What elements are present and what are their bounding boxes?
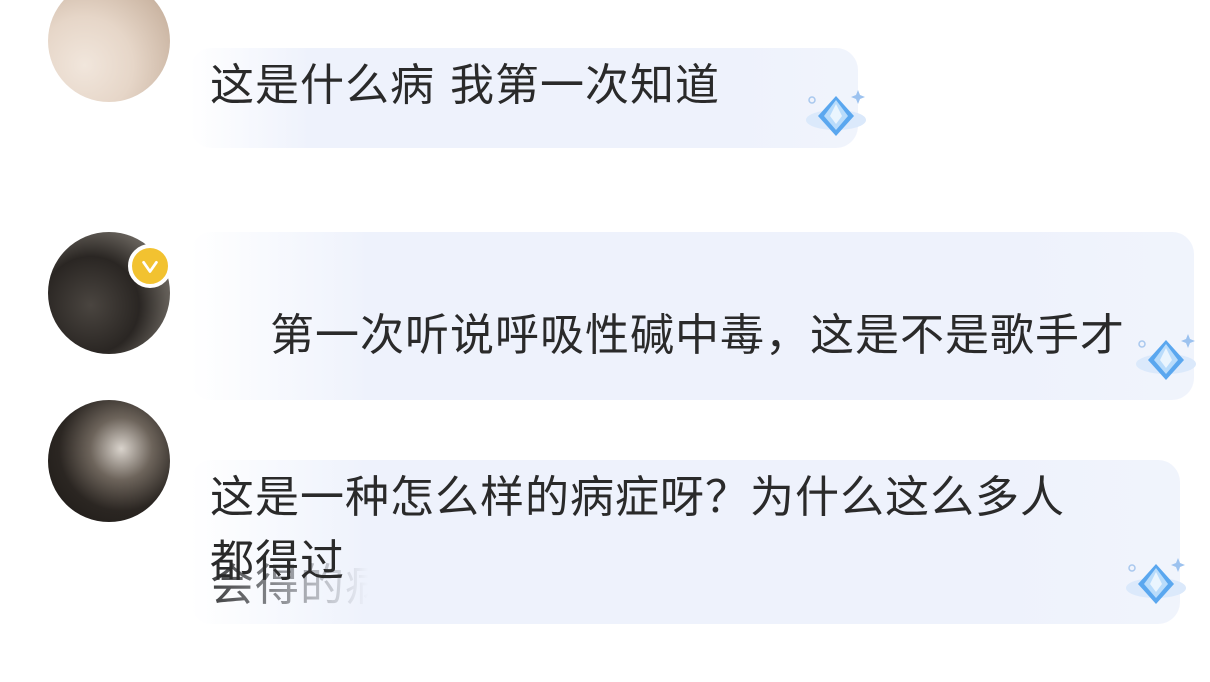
comment-text: 这是一种怎么样的病症呀？为什么这么多人 都得过 — [210, 472, 1065, 587]
verified-badge-icon — [128, 244, 172, 288]
comment-text: 这是什么病 我第一次知道 — [210, 60, 720, 111]
sparkle-diamond-icon — [1126, 558, 1186, 604]
user-avatar[interactable] — [48, 0, 170, 102]
comment-item-2: 第一次听说呼吸性碱中毒，这是不是歌手才 会得的病 — [0, 220, 1210, 611]
laughing-crying-emoji-icon — [392, 368, 434, 540]
comment-item-1: 这是什么病 我第一次知道 — [0, 0, 1210, 170]
comment-item-3: 这是一种怎么样的病症呀？为什么这么多人 都得过 — [0, 400, 1210, 626]
user-avatar[interactable] — [48, 400, 170, 522]
sparkle-diamond-icon — [1136, 334, 1196, 380]
sparkle-diamond-icon — [806, 90, 866, 136]
